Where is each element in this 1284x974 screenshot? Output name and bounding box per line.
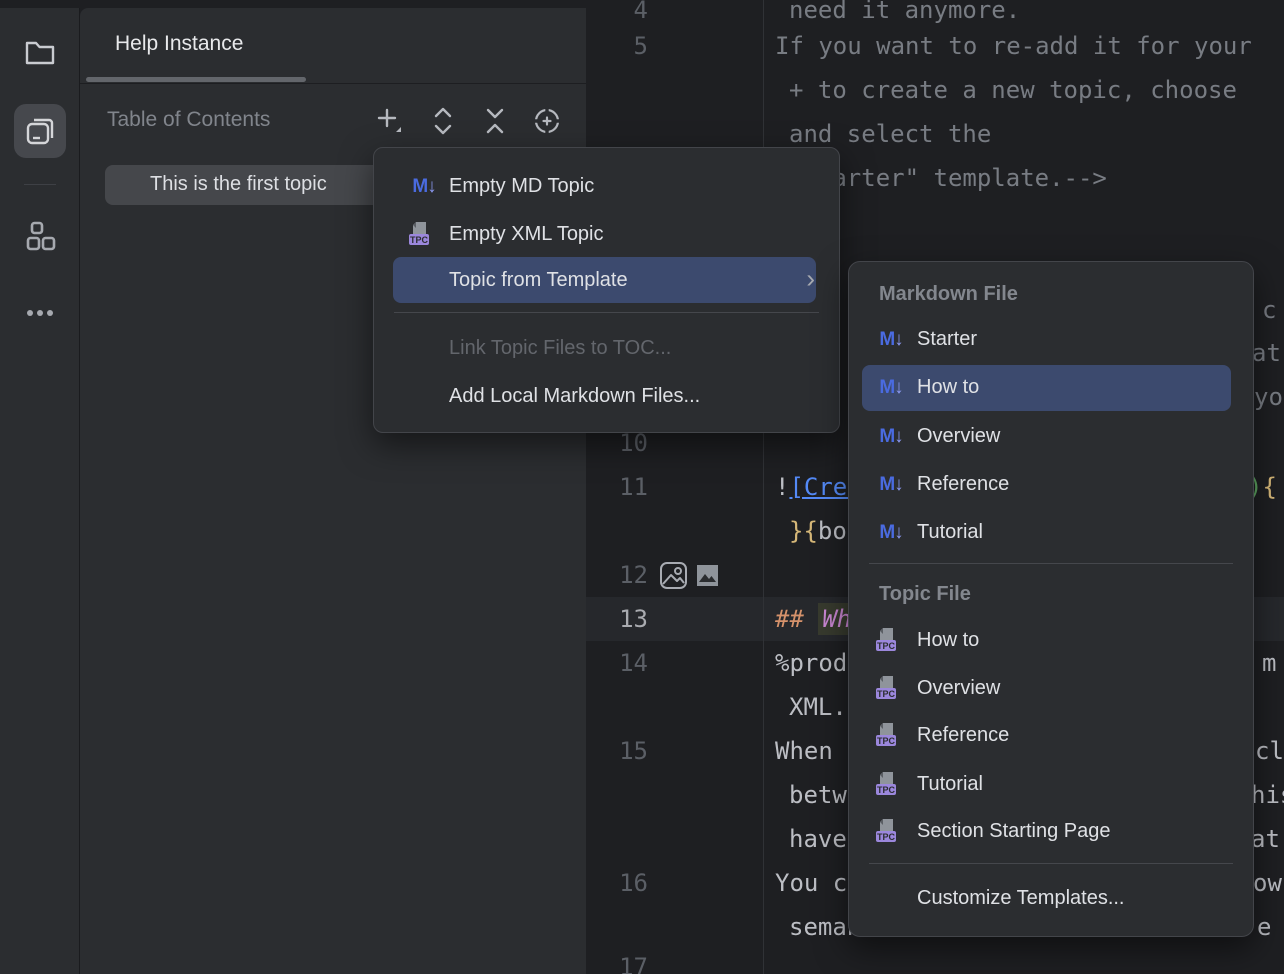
svg-text:TPC: TPC: [877, 736, 896, 746]
svg-text:TPC: TPC: [877, 641, 896, 651]
tpc-file-icon: TPC: [408, 221, 440, 247]
plus-dropdown-icon: [375, 106, 405, 136]
markdown-file-icon: M↓: [875, 473, 907, 496]
code-fragment: at: [1251, 817, 1280, 861]
expand-all-icon: [429, 106, 457, 136]
code-line[interactable]: + to create a new topic, choose: [789, 68, 1251, 112]
code-token: {: [1262, 473, 1276, 501]
line-number-current: 13: [586, 597, 648, 641]
svg-text:TPC: TPC: [410, 235, 429, 245]
line-number: 14: [586, 641, 648, 685]
submenu-arrow-icon: ›: [806, 263, 815, 294]
toc-item-label: This is the first topic: [150, 173, 327, 196]
tpc-file-icon: TPC: [875, 818, 907, 844]
line-number: 17: [586, 945, 648, 974]
target-icon: [532, 106, 562, 136]
expand-all-button[interactable]: [424, 102, 462, 140]
code-line[interactable]: When: [775, 729, 833, 773]
more-tools-button[interactable]: [14, 286, 66, 340]
submenu-item-md-reference[interactable]: M↓ Reference: [849, 460, 1253, 508]
markdown-file-icon: M↓: [875, 425, 907, 448]
menu-item-empty-xml-topic[interactable]: TPC Empty XML Topic: [374, 210, 839, 258]
code-line[interactable]: If you want to re-add it for your: [775, 24, 1252, 68]
submenu-item-md-overview[interactable]: M↓ Overview: [849, 412, 1253, 460]
code-line[interactable]: XML.: [789, 685, 847, 729]
svg-text:TPC: TPC: [877, 689, 896, 699]
line-number: 15: [586, 729, 648, 773]
submenu-item-tpc-overview[interactable]: TPC Overview: [849, 664, 1253, 712]
collapse-all-button[interactable]: [476, 102, 514, 140]
ide-window: Help Instance Table of Contents: [0, 0, 1284, 974]
template-submenu: Markdown File M↓ Starter M↓ How to M↓ Ov…: [848, 261, 1254, 937]
markdown-file-icon: M↓: [408, 175, 440, 198]
code-heading-token: ##: [775, 605, 804, 633]
code-line[interactable]: have: [789, 817, 847, 861]
locate-element-button[interactable]: [528, 102, 566, 140]
menu-separator: [394, 312, 819, 313]
menu-item-link-topic-files: Link Topic Files to TOC...: [374, 324, 839, 372]
code-fragment: m: [1262, 641, 1276, 685]
tpc-file-icon: TPC: [875, 771, 907, 797]
submenu-item-tpc-reference[interactable]: TPC Reference: [849, 711, 1253, 759]
more-dots-icon: [22, 295, 58, 331]
structure-tool-button[interactable]: [14, 209, 66, 263]
code-fragment: yo: [1254, 375, 1283, 419]
submenu-header-topic: Topic File: [879, 583, 971, 606]
line-number: 11: [586, 465, 648, 509]
tpc-file-icon: TPC: [875, 675, 907, 701]
collapse-all-icon: [481, 106, 509, 136]
menu-item-topic-from-template[interactable]: Topic from Template ›: [374, 256, 839, 304]
submenu-item-tpc-how-to[interactable]: TPC How to: [849, 616, 1253, 664]
submenu-item-starter[interactable]: M↓ Starter: [849, 315, 1253, 363]
structure-icon: [22, 218, 58, 254]
markdown-file-icon: M↓: [875, 328, 907, 351]
menu-item-empty-md-topic[interactable]: M↓ Empty MD Topic: [374, 162, 839, 210]
code-fragment: at: [1252, 331, 1281, 375]
line-number: 12: [586, 553, 648, 597]
toc-toolbar-label: Table of Contents: [107, 108, 270, 132]
tpc-file-icon: TPC: [875, 722, 907, 748]
code-token: !: [775, 473, 789, 501]
code-fragment: c: [1262, 288, 1276, 332]
code-fragment: ow: [1253, 861, 1282, 905]
submenu-item-md-how-to[interactable]: M↓ How to: [849, 363, 1253, 411]
submenu-item-customize-templates[interactable]: Customize Templates...: [849, 874, 1253, 922]
strip-divider: [24, 184, 56, 185]
folder-icon: [23, 35, 57, 69]
panel-header: Help Instance: [80, 8, 586, 84]
submenu-item-tpc-tutorial[interactable]: TPC Tutorial: [849, 760, 1253, 808]
line-number: 5: [586, 24, 648, 68]
submenu-separator: [869, 563, 1233, 564]
active-tab-indicator: [86, 77, 306, 82]
code-fragment: e: [1257, 905, 1271, 949]
line-number: 16: [586, 861, 648, 905]
code-token: }{: [789, 517, 818, 545]
markdown-file-icon: M↓: [875, 376, 907, 399]
svg-text:TPC: TPC: [877, 832, 896, 842]
code-fragment: his: [1251, 773, 1284, 817]
submenu-separator: [869, 863, 1233, 864]
left-tool-strip: [0, 8, 80, 974]
submenu-item-section-starting-page[interactable]: TPC Section Starting Page: [849, 807, 1253, 855]
svg-text:TPC: TPC: [877, 785, 896, 795]
tpc-file-icon: TPC: [875, 627, 907, 653]
markdown-file-icon: M↓: [875, 521, 907, 544]
code-fragment: cl: [1255, 729, 1284, 773]
project-tool-button[interactable]: [14, 25, 66, 79]
copy-pages-icon: [21, 112, 59, 150]
add-topic-button[interactable]: [371, 102, 409, 140]
writerside-tool-button[interactable]: [14, 104, 66, 158]
submenu-item-md-tutorial[interactable]: M↓ Tutorial: [849, 508, 1253, 556]
panel-title[interactable]: Help Instance: [115, 32, 243, 56]
new-topic-menu: M↓ Empty MD Topic TPC Empty XML Topic To…: [373, 147, 840, 433]
menu-item-add-local-markdown[interactable]: Add Local Markdown Files...: [374, 372, 839, 420]
submenu-header-markdown: Markdown File: [879, 283, 1018, 306]
image-file-icon[interactable]: [697, 477, 784, 674]
